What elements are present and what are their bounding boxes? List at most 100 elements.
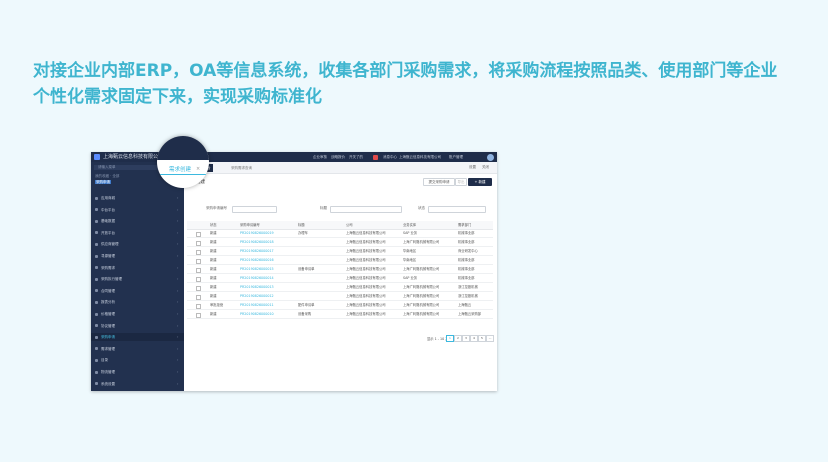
pr-number-link[interactable]: PR20190826000015	[240, 265, 294, 273]
table-row[interactable]: 新建 PR20190826000013 上海甄云信息科技有限公司 上海广利隆机械有限公…	[187, 283, 493, 292]
table-cell: 设备采购	[298, 312, 312, 316]
sidebar-item[interactable]: 报表分析 ›	[91, 298, 184, 306]
sidebar-item[interactable]: 供应商管理 ›	[91, 240, 184, 248]
table-cell: 新建	[210, 312, 217, 316]
menu-item-icon	[95, 219, 98, 223]
row-checkbox[interactable]	[196, 303, 201, 309]
topbar-item[interactable]: 企业审核	[313, 152, 327, 162]
column-header[interactable]: 标题	[298, 221, 344, 229]
sidebar-item[interactable]: 协议管理 ›	[91, 322, 184, 330]
submit-pr-button[interactable]: 提交采购申请	[423, 178, 455, 186]
page-button[interactable]: 2	[454, 335, 462, 342]
table-cell: 上海甄云信息科技有限公司	[346, 240, 386, 244]
table-cell: 新建	[210, 285, 217, 289]
table-row[interactable]: 新建 PR20190826000015 设备申请单 上海甄云信息科技有限公司 上海广利隆…	[187, 265, 493, 274]
sidebar-item[interactable]: 目录 ›	[91, 356, 184, 364]
pr-number-link[interactable]: PR20190826000017	[240, 247, 294, 255]
row-checkbox[interactable]	[196, 240, 201, 246]
sidebar-item[interactable]: 系统设置 ›	[91, 380, 184, 388]
column-header[interactable]: 业务实体	[403, 221, 457, 229]
page-button[interactable]: 3	[462, 335, 470, 342]
create-button[interactable]: + 新建	[468, 178, 492, 186]
pr-number-link[interactable]: PR20190826000010	[240, 310, 294, 318]
page-button[interactable]: 1	[446, 335, 454, 342]
table-cell: 上海甄云信息科技有限公司	[346, 249, 386, 253]
sidebar-item[interactable]: 价格管理 ›	[91, 310, 184, 318]
avatar[interactable]	[487, 153, 494, 161]
table-cell: 上海甄云信息科技有限公司	[346, 294, 386, 298]
sidebar-item-label: 中台平台	[101, 207, 115, 212]
table-row[interactable]: 新建PR20190826000016上海甄云信息科技有限公司华南地区机械事业部陈…	[187, 256, 493, 265]
pr-number-link[interactable]: PR20190826000019	[240, 229, 294, 237]
column-header[interactable]: 公司	[346, 221, 402, 229]
table-cell: 浙江控股机械	[458, 285, 478, 289]
column-header[interactable]: 状态	[210, 221, 238, 229]
sidebar-item[interactable]: 基础数据 ›	[91, 217, 184, 225]
row-checkbox[interactable]	[196, 249, 201, 255]
sidebar-item-label: 采购申请	[101, 335, 115, 340]
topbar-item[interactable]: 消息中心	[383, 152, 397, 162]
page-button[interactable]: 5	[478, 335, 486, 342]
sidebar-item[interactable]: 采购执行管理 ›	[91, 275, 184, 283]
menu-item-icon	[95, 324, 98, 328]
tab-close-all[interactable]: 关闭	[482, 165, 489, 170]
row-checkbox[interactable]	[196, 285, 201, 291]
export-button[interactable]: 导出	[455, 178, 467, 186]
pr-number-link[interactable]: PR20190826000013	[240, 283, 294, 291]
close-icon[interactable]: ×	[196, 166, 200, 172]
row-checkbox[interactable]	[196, 258, 201, 264]
page-button[interactable]: ...	[486, 335, 494, 342]
sidebar-item[interactable]: 采购需求 ›	[91, 264, 184, 272]
column-header[interactable]: 需求部门	[458, 221, 497, 229]
pr-number-link[interactable]: PR20190826000014	[240, 274, 294, 282]
table-row[interactable]: 审批拒绝 PR20190826000011 配件申请单 上海甄云信息科技有限公司 上海广…	[187, 301, 493, 310]
sidebar-item[interactable]: 开放平台 ›	[91, 229, 184, 237]
chevron-right-icon: ›	[177, 323, 179, 328]
sidebar-item[interactable]: 物流管理 ›	[91, 368, 184, 376]
table-row[interactable]: 新建 PR20190826000014 上海甄云信息科技有限公司 SAP 业务 机械事业…	[187, 274, 493, 283]
column-header[interactable]: 采购申请编号	[240, 221, 296, 229]
row-checkbox[interactable]	[196, 231, 201, 237]
table-cell: 上海甄云信息科技有限公司	[346, 258, 386, 262]
row-checkbox[interactable]	[196, 312, 201, 318]
pr-number-link[interactable]: PR20190826000011	[240, 301, 294, 309]
topbar-org[interactable]: 上海甄云信息科技有限公司	[399, 152, 441, 162]
pr-number-link[interactable]: PR20190826000016	[240, 256, 294, 264]
chevron-right-icon: ›	[177, 370, 179, 374]
table-row[interactable]: 新建 PR20190826000019 办理车 上海甄云信息科技有限公司 SAP 业务 机…	[187, 229, 493, 238]
page-button[interactable]: 4	[470, 335, 478, 342]
topbar-account[interactable]: 账户管理	[449, 152, 463, 162]
topbar-item[interactable]: 战略报价	[331, 152, 345, 162]
chevron-right-icon: ›	[177, 196, 179, 200]
bell-icon[interactable]	[373, 154, 378, 160]
sidebar-item[interactable]: 合同管理 ›	[91, 287, 184, 295]
title-input[interactable]	[330, 206, 402, 213]
table-row[interactable]: 新建 PR20190826000017 上海甄云信息科技有限公司 华南地区 商业研发中心…	[187, 247, 493, 256]
table-row[interactable]: 新建 PR20190826000012 上海甄云信息科技有限公司 上海广利隆机械有限公…	[187, 292, 493, 301]
tab-settings[interactable]: 设置	[469, 165, 476, 170]
menu-item-icon	[95, 382, 98, 386]
sidebar-item[interactable]: 采购申请 ›	[91, 333, 184, 342]
filter-label-status: 状态	[418, 206, 425, 210]
row-checkbox[interactable]	[196, 276, 201, 282]
pr-number-link[interactable]: PR20190826000012	[240, 292, 294, 300]
table-cell: 商业研发中心	[458, 249, 478, 253]
topbar-item[interactable]: 开关了的	[349, 152, 363, 162]
sidebar-item[interactable]: 需求管理 ›	[91, 345, 184, 353]
sidebar-item[interactable]: 中台平台 ›	[91, 206, 184, 214]
pr-number-link[interactable]: PR20190826000018	[240, 238, 294, 246]
magnified-tab-label[interactable]: 需求创建	[169, 165, 191, 173]
tab-query[interactable]: 采购需求查询	[229, 164, 254, 172]
sidebar-item[interactable]: 寻源管理 ›	[91, 252, 184, 260]
status-select[interactable]	[428, 206, 486, 213]
tab-bar: ≡ 工作台 采购需求查询 设置 关闭	[184, 162, 497, 174]
favorite-badge[interactable]: 采购申请	[95, 180, 111, 184]
sidebar-item-label: 需求管理	[101, 346, 115, 351]
pr-number-input[interactable]	[232, 206, 277, 213]
sidebar-item[interactable]: 应用商城 ›	[91, 194, 184, 202]
table-row[interactable]: 新建 PR20190826000018 上海甄云信息科技有限公司 上海广利隆机械有限公…	[187, 238, 493, 247]
row-checkbox[interactable]	[196, 294, 201, 300]
row-checkbox[interactable]	[196, 267, 201, 273]
table-row[interactable]: 新建 PR20190826000010 设备采购 上海甄云信息科技有限公司 上海广利隆机…	[187, 310, 493, 319]
menu-item-icon	[95, 196, 98, 200]
